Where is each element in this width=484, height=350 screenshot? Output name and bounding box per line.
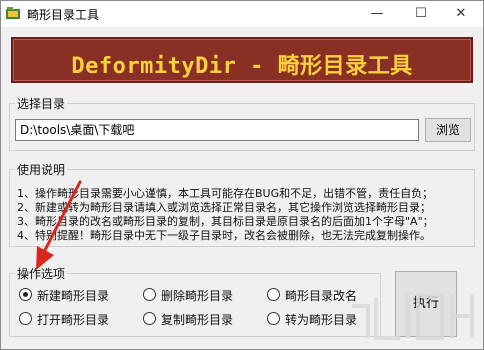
radio-label: 复制畸形目录 xyxy=(161,313,234,327)
radio-button[interactable] xyxy=(267,312,280,325)
usage-line: 4、特别提醒！畸形目录中无下一级子目录时，改名会被删除，也无法完成复制操作。 xyxy=(17,229,431,242)
minimize-button[interactable]: — xyxy=(355,1,399,27)
radio-label: 打开畸形目录 xyxy=(37,313,110,327)
close-button[interactable]: ✕ xyxy=(439,1,483,27)
maximize-button[interactable]: ☐ xyxy=(399,1,443,27)
radio-button[interactable] xyxy=(143,312,156,325)
radio-button[interactable] xyxy=(143,288,156,301)
watermark-icon xyxy=(352,294,474,340)
radio-button[interactable] xyxy=(19,312,32,325)
banner-text: DeformityDir - 畸形目录工具 xyxy=(71,54,413,79)
select-dir-label: 选择目录 xyxy=(15,95,68,112)
radio-button[interactable] xyxy=(19,288,32,301)
window-title: 畸形目录工具 xyxy=(27,8,100,22)
operations-label: 操作选项 xyxy=(15,265,68,282)
radio-label: 新建畸形目录 xyxy=(37,289,110,303)
browse-button[interactable]: 浏览 xyxy=(425,118,471,142)
radio-button[interactable] xyxy=(267,288,280,301)
directory-path-input[interactable]: D:\tools\桌面\下载吧 xyxy=(15,119,419,141)
app-icon xyxy=(5,5,21,21)
title-bar[interactable]: 畸形目录工具 — ☐ ✕ xyxy=(1,1,483,27)
radio-label: 删除畸形目录 xyxy=(161,289,234,303)
usage-label: 使用说明 xyxy=(15,161,68,178)
title-banner: DeformityDir - 畸形目录工具 xyxy=(11,37,473,83)
